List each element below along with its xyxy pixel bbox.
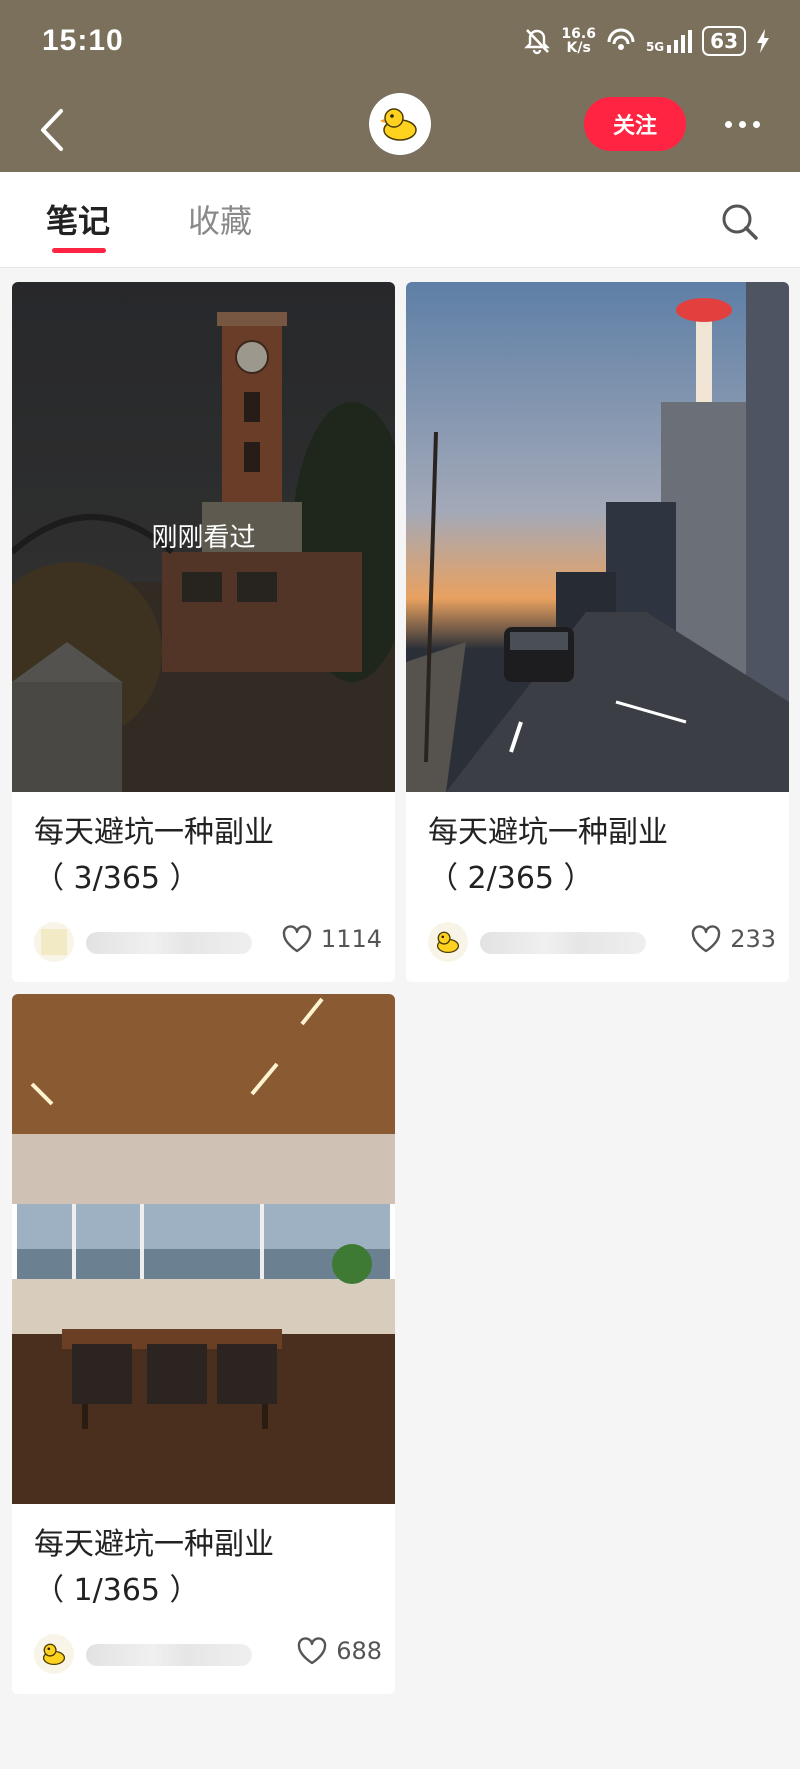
- charging-icon: [757, 29, 769, 53]
- net-speed: 16.6 K/s: [561, 27, 596, 55]
- battery-indicator: 63: [702, 26, 746, 56]
- note-title-line1: 每天避坑一种副业: [428, 815, 668, 850]
- note-footer: 688: [34, 1634, 382, 1676]
- author-name-blurred: [480, 932, 646, 954]
- follow-button[interactable]: 关注: [584, 97, 686, 151]
- search-button[interactable]: [720, 202, 760, 242]
- profile-header: 15:10 16.6 K/s 5G 63 关注: [0, 0, 800, 172]
- heart-icon: [297, 1637, 327, 1665]
- heart-icon: [691, 925, 721, 953]
- search-icon: [722, 204, 758, 240]
- signal-label: 5G: [645, 39, 665, 54]
- like-button[interactable]: 688: [296, 1636, 382, 1666]
- note-cover-image[interactable]: [12, 994, 395, 1504]
- tab-notes[interactable]: 笔记: [46, 196, 110, 242]
- note-title-line2: （ 3/365 ）: [34, 861, 200, 896]
- like-count: 1114: [320, 925, 382, 953]
- note-title-line2: （ 1/365 ）: [34, 1573, 200, 1608]
- status-bar: 15:10 16.6 K/s 5G 63: [0, 0, 800, 90]
- author-avatar[interactable]: [34, 1634, 74, 1674]
- like-button[interactable]: 233: [690, 924, 776, 954]
- more-dots-icon[interactable]: [716, 102, 768, 146]
- note-card[interactable]: 每天避坑一种副业 （ 2/365 ） 233: [406, 282, 789, 982]
- heart-icon: [282, 925, 312, 953]
- signal-icon: 5G: [645, 29, 693, 54]
- net-speed-unit: K/s: [566, 40, 591, 56]
- author-name-blurred: [86, 1644, 252, 1666]
- back-button[interactable]: [30, 98, 74, 162]
- note-cover-image[interactable]: 刚刚看过: [12, 282, 395, 792]
- author-name-blurred: [86, 932, 252, 954]
- note-footer: 1114: [34, 922, 382, 964]
- note-card[interactable]: 刚刚看过 每天避坑一种副业 （ 3/365 ） 1114: [12, 282, 395, 982]
- note-footer: 233: [428, 922, 776, 964]
- duck-avatar-icon: [380, 108, 417, 141]
- note-title-line2: （ 2/365 ）: [428, 861, 594, 896]
- duck-avatar-icon: [42, 1643, 66, 1666]
- note-card[interactable]: 每天避坑一种副业 （ 1/365 ） 688: [12, 994, 395, 1694]
- tab-favorites[interactable]: 收藏: [188, 196, 252, 242]
- note-title: 每天避坑一种副业 （ 2/365 ）: [428, 810, 668, 902]
- author-avatar[interactable]: [428, 922, 468, 962]
- like-button[interactable]: 1114: [281, 924, 382, 954]
- note-cover-image[interactable]: [406, 282, 789, 792]
- status-time: 15:10: [42, 24, 124, 57]
- note-title: 每天避坑一种副业 （ 1/365 ）: [34, 1522, 274, 1614]
- profile-tabs: 笔记 收藏: [0, 172, 800, 268]
- net-speed-value: 16.6: [561, 26, 596, 42]
- like-count: 233: [730, 925, 776, 953]
- tab-underline: [52, 248, 106, 253]
- duck-avatar-icon: [436, 931, 460, 954]
- back-arrow-icon: [41, 109, 63, 151]
- mute-bell-icon: [524, 29, 551, 55]
- note-title-line1: 每天避坑一种副业: [34, 815, 274, 850]
- avatar[interactable]: [369, 93, 431, 155]
- like-count: 688: [336, 1637, 382, 1665]
- author-avatar[interactable]: [34, 922, 74, 962]
- wifi-icon: [607, 28, 635, 50]
- note-title-line1: 每天避坑一种副业: [34, 1527, 274, 1562]
- recently-viewed-badge: 刚刚看过: [151, 523, 256, 553]
- note-title: 每天避坑一种副业 （ 3/365 ）: [34, 810, 274, 902]
- nav-bar: 关注: [0, 90, 800, 172]
- status-icons: 16.6 K/s 5G 63: [523, 26, 770, 56]
